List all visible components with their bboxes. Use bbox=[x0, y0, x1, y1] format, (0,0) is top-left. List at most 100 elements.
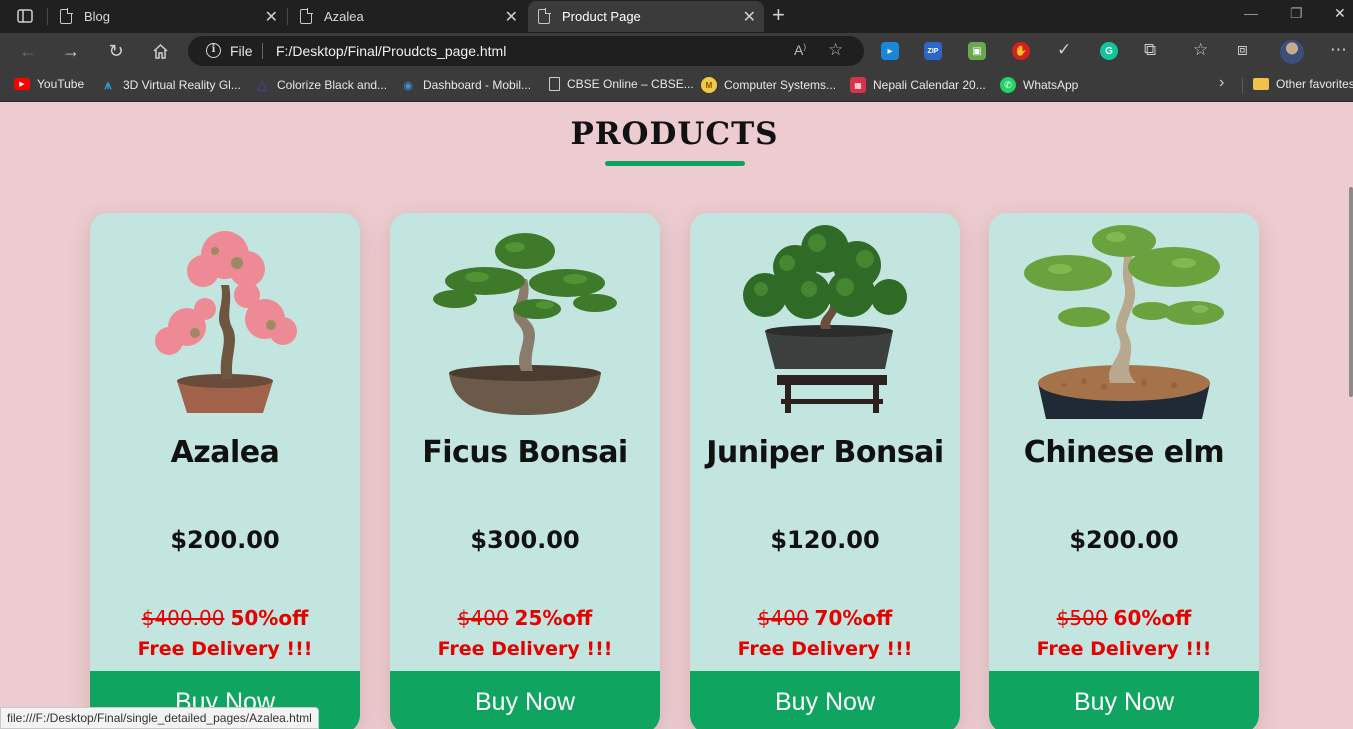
buy-now-button[interactable]: Buy Now bbox=[390, 671, 660, 729]
bookmark-3d-virtual-reality[interactable]: ⩚ 3D Virtual Reality Gl... bbox=[100, 77, 241, 93]
discount-percent: 25%off bbox=[514, 606, 593, 630]
old-price: $400 bbox=[457, 606, 509, 630]
add-favorite-icon[interactable]: ☆ bbox=[828, 40, 843, 60]
page-icon bbox=[549, 77, 560, 91]
bookmark-label: Colorize Black and... bbox=[277, 78, 388, 92]
bookmark-label: Nepali Calendar 20... bbox=[873, 78, 986, 92]
bookmarks-overflow-chevron-icon[interactable]: › bbox=[1219, 74, 1224, 92]
youtube-icon: ▶ bbox=[14, 78, 30, 90]
dashboard-icon: ◉ bbox=[403, 79, 413, 92]
minimize-icon[interactable]: — bbox=[1244, 5, 1258, 21]
scheme-label: File bbox=[230, 43, 253, 59]
product-name[interactable]: Azalea bbox=[90, 435, 360, 470]
whatsapp-icon: ✆ bbox=[1000, 77, 1016, 93]
close-tab-icon[interactable]: ✕ bbox=[265, 7, 278, 27]
free-delivery-label: Free Delivery !!! bbox=[1036, 638, 1212, 660]
forward-icon[interactable]: → bbox=[58, 38, 84, 64]
tab-azalea[interactable]: Azalea ✕ bbox=[290, 1, 526, 32]
buy-now-button[interactable]: Buy Now bbox=[690, 671, 960, 729]
buy-now-button[interactable]: Buy Now bbox=[989, 671, 1259, 729]
calendar-icon: ▦ bbox=[850, 77, 866, 93]
address-bar[interactable]: i File F:/Desktop/Final/Proudcts_page.ht… bbox=[188, 36, 864, 66]
bookmark-other-favorites[interactable]: Other favorites bbox=[1253, 77, 1353, 91]
discount-line: $400 70%off bbox=[690, 606, 960, 630]
extension-share-icon[interactable]: ▸ bbox=[881, 42, 899, 60]
product-price: $200.00 bbox=[170, 526, 280, 554]
product-price: $120.00 bbox=[770, 526, 880, 554]
tab-separator bbox=[287, 8, 288, 25]
product-card-juniper-bonsai[interactable]: Juniper Bonsai $120.00 $400 70%off Free D… bbox=[690, 213, 960, 729]
product-price: $200.00 bbox=[1069, 526, 1179, 554]
chinese-elm-bonsai-image bbox=[1024, 225, 1224, 419]
extension-app-icon[interactable]: ▣ bbox=[968, 42, 986, 60]
juniper-bonsai-image bbox=[743, 225, 907, 413]
favorites-icon[interactable]: ☆ bbox=[1193, 40, 1208, 60]
tab-blog[interactable]: Blog ✕ bbox=[50, 1, 286, 32]
back-icon[interactable]: ← bbox=[15, 38, 41, 64]
extensions-puzzle-icon[interactable]: ⧉ bbox=[1144, 40, 1156, 60]
tab-actions-icon[interactable] bbox=[8, 5, 42, 27]
page-title: PRODUCTS bbox=[570, 116, 779, 152]
product-card-azalea[interactable]: Azalea $200.00 $400.00 50%off Free Delive… bbox=[90, 213, 360, 729]
bookmark-label: YouTube bbox=[37, 77, 85, 91]
collections-icon[interactable]: ⧈ bbox=[1237, 40, 1248, 60]
page-viewport: PRODUCTS Azalea $200.00 $400.00 50%off Fr… bbox=[0, 102, 1353, 729]
tab-product-page[interactable]: Product Page ✕ bbox=[528, 1, 764, 32]
bookmark-dashboard[interactable]: ◉ Dashboard - Mobil... bbox=[400, 77, 531, 93]
product-card-ficus-bonsai[interactable]: Ficus Bonsai $300.00 $400 25%off Free Del… bbox=[390, 213, 660, 729]
url-text[interactable]: F:/Desktop/Final/Proudcts_page.html bbox=[276, 43, 506, 59]
close-window-icon[interactable]: ✕ bbox=[1334, 5, 1346, 22]
product-name[interactable]: Chinese elm bbox=[989, 435, 1259, 470]
close-tab-icon[interactable]: ✕ bbox=[505, 7, 518, 27]
bookmark-computer-systems[interactable]: M Computer Systems... bbox=[701, 77, 836, 93]
product-card-chinese-elm[interactable]: Chinese elm $200.00 $500 60%off Free Deli… bbox=[989, 213, 1259, 729]
discount-line: $400.00 50%off bbox=[90, 606, 360, 630]
grammarly-icon[interactable]: G bbox=[1100, 42, 1118, 60]
discount-line: $400 25%off bbox=[390, 606, 660, 630]
free-delivery-label: Free Delivery !!! bbox=[137, 638, 313, 660]
extension-check-icon[interactable]: ✓ bbox=[1057, 40, 1071, 60]
bookmark-label: WhatsApp bbox=[1023, 78, 1079, 92]
navigation-bar: ← → ↻ i File F:/Desktop/Final/Proudcts_p… bbox=[0, 33, 1353, 69]
read-aloud-icon[interactable]: A) bbox=[794, 42, 806, 58]
tab-separator bbox=[47, 8, 48, 25]
extension-adblock-icon[interactable]: ✋ bbox=[1012, 42, 1030, 60]
old-price: $500 bbox=[1056, 606, 1108, 630]
bookmark-label: Other favorites bbox=[1276, 77, 1353, 91]
bookmarks-divider bbox=[1242, 77, 1243, 93]
folder-icon bbox=[1253, 78, 1269, 90]
tab-strip: Blog ✕ Azalea ✕ Product Page ✕ + — ❐ ✕ bbox=[0, 0, 1353, 33]
bookmark-nepali-calendar[interactable]: ▦ Nepali Calendar 20... bbox=[850, 77, 986, 93]
product-name[interactable]: Juniper Bonsai bbox=[690, 435, 960, 470]
bookmark-cbse[interactable]: CBSE Online – CBSE... bbox=[549, 77, 694, 91]
product-price: $300.00 bbox=[470, 526, 580, 554]
more-menu-icon[interactable]: ⋯ bbox=[1330, 40, 1347, 60]
refresh-icon[interactable]: ↻ bbox=[103, 38, 129, 64]
ficus-bonsai-image bbox=[433, 233, 617, 415]
site-info-icon[interactable]: i bbox=[206, 43, 221, 58]
address-divider bbox=[262, 43, 263, 59]
bookmark-colorize[interactable]: △ Colorize Black and... bbox=[254, 77, 387, 93]
close-tab-icon[interactable]: ✕ bbox=[743, 7, 756, 27]
page-icon bbox=[538, 8, 551, 24]
page-icon bbox=[300, 8, 313, 24]
azalea-bonsai-image bbox=[155, 231, 297, 413]
status-bar-url: file:///F:/Desktop/Final/single_detailed… bbox=[0, 707, 319, 729]
page-scrollbar[interactable] bbox=[1349, 187, 1353, 397]
page-icon bbox=[60, 8, 73, 24]
home-icon[interactable] bbox=[147, 38, 173, 64]
tab-title: Blog bbox=[84, 9, 111, 24]
bookmark-whatsapp[interactable]: ✆ WhatsApp bbox=[1000, 77, 1078, 93]
vr-icon: ⩚ bbox=[104, 77, 112, 92]
discount-percent: 60%off bbox=[1113, 606, 1192, 630]
free-delivery-label: Free Delivery !!! bbox=[437, 638, 613, 660]
profile-avatar[interactable] bbox=[1280, 40, 1304, 64]
bookmark-label: CBSE Online – CBSE... bbox=[567, 77, 694, 91]
new-tab-icon[interactable]: + bbox=[772, 4, 785, 26]
tab-title: Product Page bbox=[562, 9, 641, 24]
extension-zip-icon[interactable]: ZIP bbox=[924, 42, 942, 60]
bookmark-youtube[interactable]: ▶ YouTube bbox=[14, 77, 84, 91]
heading-underline bbox=[605, 161, 745, 166]
restore-icon[interactable]: ❐ bbox=[1290, 5, 1303, 22]
product-name[interactable]: Ficus Bonsai bbox=[390, 435, 660, 470]
